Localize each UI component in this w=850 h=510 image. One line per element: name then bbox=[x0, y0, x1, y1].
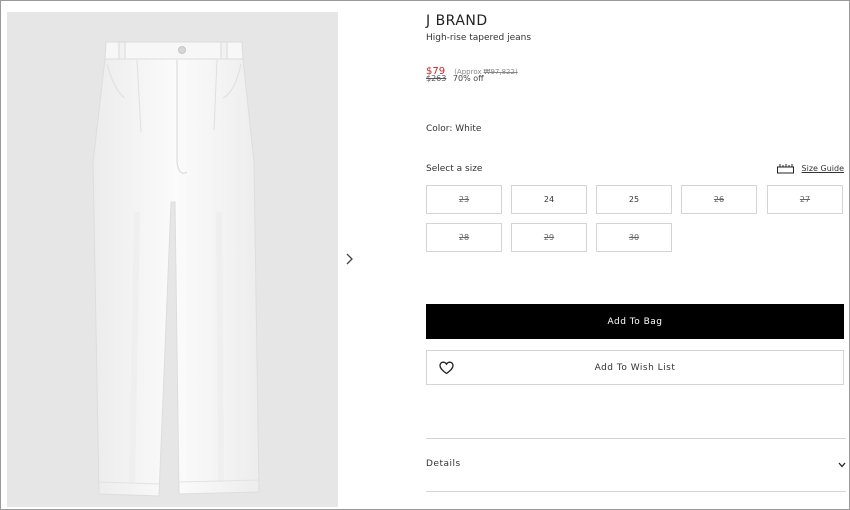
size-label: 24 bbox=[543, 195, 555, 204]
details-label: Details bbox=[426, 459, 461, 469]
size-label: 25 bbox=[628, 195, 640, 204]
product-name: High-rise tapered jeans bbox=[426, 33, 532, 43]
size-option-23[interactable]: 23 bbox=[426, 185, 502, 214]
original-price-row: $263 70% off bbox=[426, 74, 484, 83]
size-option-30[interactable]: 30 bbox=[596, 223, 672, 252]
details-accordion[interactable]: Details bbox=[426, 439, 846, 491]
chevron-down-icon bbox=[838, 462, 846, 468]
ruler-icon bbox=[776, 164, 794, 174]
size-label: 30 bbox=[628, 233, 640, 242]
size-label: 29 bbox=[543, 233, 555, 242]
add-to-wishlist-label: Add To Wish List bbox=[594, 362, 676, 373]
size-label: 28 bbox=[458, 233, 470, 242]
size-label: 23 bbox=[458, 195, 470, 204]
size-guide-label[interactable]: Size Guide bbox=[802, 164, 844, 173]
size-label: 27 bbox=[799, 195, 811, 204]
size-guide-link[interactable]: Size Guide bbox=[776, 163, 844, 174]
discount-label: 70% off bbox=[452, 74, 484, 83]
add-to-wishlist-button[interactable]: Add To Wish List bbox=[426, 350, 844, 385]
color-label: Color: White bbox=[426, 124, 482, 134]
product-image[interactable] bbox=[7, 12, 338, 507]
approx-value: ₩97,822) bbox=[483, 68, 518, 76]
size-option-29[interactable]: 29 bbox=[511, 223, 587, 252]
size-option-28[interactable]: 28 bbox=[426, 223, 502, 252]
heart-icon bbox=[439, 361, 454, 375]
add-to-bag-button[interactable]: Add To Bag bbox=[426, 304, 844, 339]
next-image-button[interactable] bbox=[343, 251, 357, 267]
size-option-27[interactable]: 27 bbox=[767, 185, 843, 214]
size-label: 26 bbox=[713, 195, 725, 204]
jeans-illustration bbox=[92, 41, 260, 497]
select-size-label: Select a size bbox=[426, 164, 483, 174]
size-option-24[interactable]: 24 bbox=[511, 185, 587, 214]
brand-name[interactable]: J BRAND bbox=[426, 13, 488, 29]
chevron-right-icon bbox=[346, 253, 353, 265]
size-option-26[interactable]: 26 bbox=[681, 185, 757, 214]
divider bbox=[426, 491, 846, 492]
size-option-25[interactable]: 25 bbox=[596, 185, 672, 214]
original-price: $263 bbox=[426, 74, 447, 83]
